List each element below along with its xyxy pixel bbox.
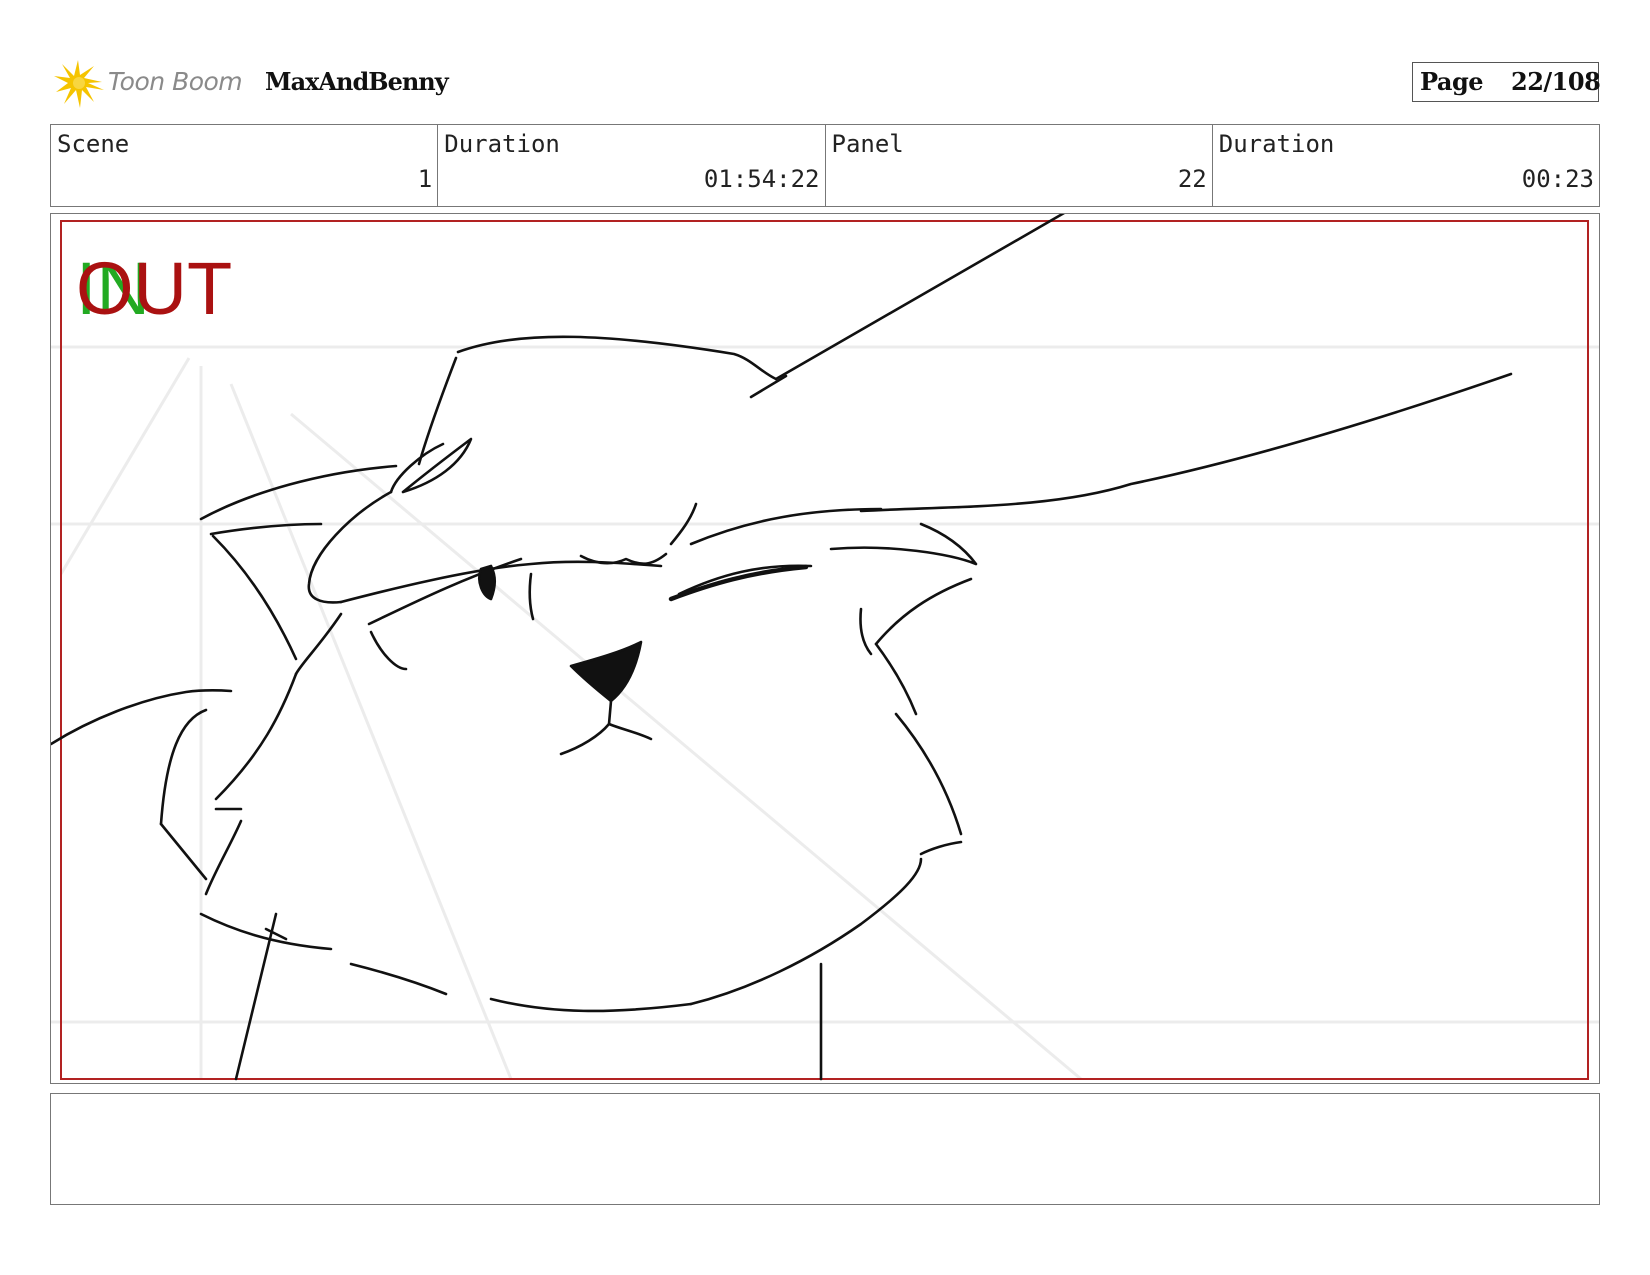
panel-info-table: Scene 1 Duration 01:54:22 Panel 22 Durat…	[50, 124, 1600, 207]
panel-duration-value: 00:23	[1521, 165, 1594, 193]
project-title: MaxAndBenny	[265, 67, 449, 96]
perspective-guides	[51, 345, 1599, 1081]
brand-name: Toon Boom	[108, 67, 243, 96]
character-sketch	[51, 214, 1513, 1081]
storyboard-panel[interactable]: IN OUT	[50, 213, 1600, 1084]
toon-boom-logo-icon	[54, 60, 104, 108]
out-marker: OUT	[76, 247, 232, 330]
page-indicator: Page 22/108	[1412, 62, 1601, 102]
scene-duration-cell: Duration 01:54:22	[438, 125, 826, 206]
panel-value: 22	[1177, 165, 1207, 193]
page-number: 22/108	[1511, 67, 1601, 96]
panel-label: Panel	[831, 130, 904, 158]
page-label: Page	[1420, 67, 1484, 96]
scene-value: 1	[417, 165, 433, 193]
panel-duration-label: Duration	[1218, 130, 1335, 158]
panel-cell: Panel 22	[826, 125, 1213, 206]
scene-duration-label: Duration	[444, 130, 560, 158]
scene-cell: Scene 1	[51, 125, 439, 206]
panel-duration-cell: Duration 00:23	[1213, 125, 1599, 206]
panel-notes[interactable]	[50, 1093, 1600, 1205]
storyboard-header: Toon Boom MaxAndBenny Page 22/108	[50, 55, 1601, 111]
panel-drawing: IN OUT	[51, 214, 1599, 1081]
scene-label: Scene	[57, 130, 130, 158]
scene-duration-value: 01:54:22	[703, 165, 820, 193]
